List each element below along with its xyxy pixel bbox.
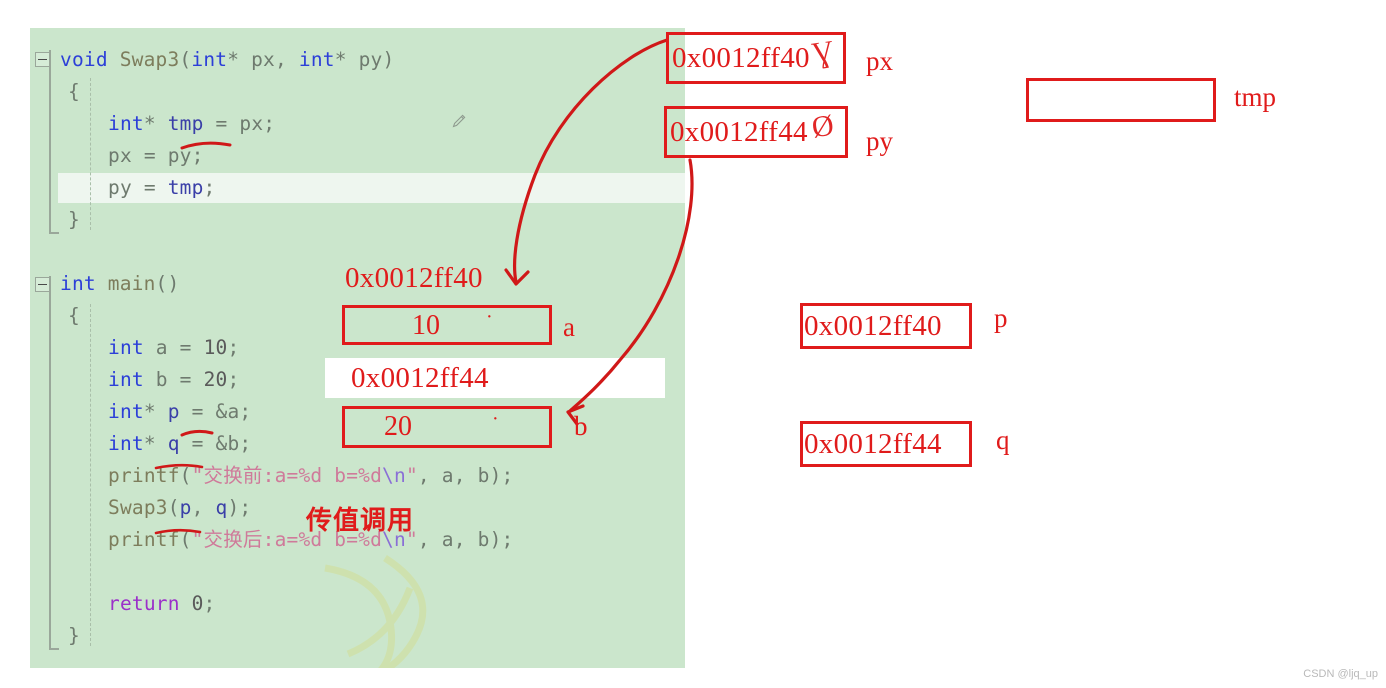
box-b <box>342 406 552 448</box>
box-px-value: 0x0012ff40 <box>672 42 810 74</box>
arrow-px-to-a <box>513 38 669 284</box>
box-q-label: q <box>996 425 1010 455</box>
box-a-label: a <box>563 312 575 342</box>
box-tmp <box>1026 78 1216 122</box>
box-b-label: b <box>574 411 588 441</box>
box-b-dot: · <box>492 408 499 430</box>
box-px-strikeout: Ɣ <box>809 34 836 71</box>
arrowhead-px-to-a <box>504 268 530 286</box>
box-tmp-label: tmp <box>1234 82 1277 112</box>
arrow-py-to-b <box>568 158 694 413</box>
box-b-value: 20 <box>384 411 412 442</box>
box-a <box>342 305 552 345</box>
box-p-value: 0x0012ff40 <box>804 310 942 342</box>
watermark-text: CSDN @ljq_up <box>1303 668 1378 680</box>
box-px-label: px <box>866 46 893 76</box>
underline-printf-1 <box>154 463 204 470</box>
annotation-note-cn: 传值调用 <box>306 506 415 536</box>
addr-label-a: 0x0012ff40 <box>345 262 483 294</box>
underline-p <box>180 429 214 437</box>
underline-printf-2 <box>154 528 202 535</box>
addr-label-b: 0x0012ff44 <box>351 362 489 394</box>
box-py-value: 0x0012ff44 <box>670 116 808 148</box>
box-p-label: p <box>994 303 1008 333</box>
box-a-value: 10 <box>412 310 440 341</box>
box-a-dot: · <box>486 306 493 328</box>
box-py-strikeout: Ø <box>809 108 836 145</box>
underline-tmp <box>180 141 232 150</box>
box-q-value: 0x0012ff44 <box>804 428 942 460</box>
box-py-label: py <box>866 126 893 156</box>
